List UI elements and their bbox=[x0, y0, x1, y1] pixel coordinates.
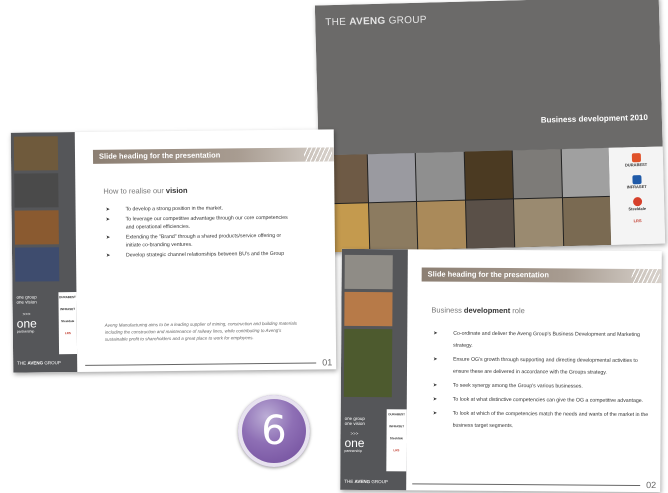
number-badge: 6 bbox=[238, 395, 310, 467]
heading-stripes bbox=[631, 268, 660, 284]
list-item: ➤ To look at what distinctive competencie… bbox=[431, 394, 651, 408]
list-item: ➤ To seek synergy among the Group's vario… bbox=[431, 380, 651, 394]
sidebar-photo bbox=[343, 328, 393, 398]
sidebar-slogan: one group one vision >>> one partnership bbox=[16, 294, 37, 334]
sidebar-photo bbox=[344, 254, 393, 290]
bullet-list: ➤ Co-ordinate and deliver the Aveng Group… bbox=[431, 328, 652, 436]
slide-number: 01 bbox=[322, 357, 333, 368]
photo-tile bbox=[464, 150, 513, 200]
arrow-bullet-icon: ➤ bbox=[433, 356, 438, 363]
list-item: ➤ Ensure OG's growth through supporting a… bbox=[431, 354, 651, 380]
brand-column: DURABEST INFRASET Steeldale LRS bbox=[608, 146, 666, 245]
brand-steeldale: Steeldale bbox=[610, 196, 664, 211]
mission-quote: Aveng Manufacturing aims to be a leading… bbox=[104, 320, 298, 342]
slide-heading: Slide heading for the presentation bbox=[421, 267, 662, 284]
photo-tile bbox=[417, 200, 466, 250]
sidebar-brands: DURABEST INFRASET Steeldale LRS bbox=[58, 292, 78, 355]
sidebar-photo bbox=[14, 247, 60, 282]
sidebar-slogan: one group one vision >>> one partnership bbox=[344, 415, 365, 453]
footer-line bbox=[412, 483, 641, 486]
slide-subheading: How to realise our vision bbox=[103, 185, 188, 196]
list-item: ➤ To leverage our competitive advantage t… bbox=[105, 214, 288, 231]
photo-tile bbox=[367, 152, 416, 203]
sidebar-footer-logo: THE AVENG GROUP bbox=[344, 478, 388, 485]
arrow-bullet-icon: ➤ bbox=[105, 216, 111, 223]
content-slide-01: one group one vision >>> one partnership … bbox=[10, 129, 337, 373]
infraset-icon bbox=[631, 175, 642, 185]
list-item: ➤ Develop strategic channel relationships… bbox=[106, 250, 285, 259]
steeldale-icon bbox=[632, 197, 642, 207]
cover-header-panel: THE AVENG GROUP Business development 201… bbox=[314, 0, 663, 156]
photo-tile bbox=[562, 196, 612, 247]
sidebar-brands: DURABEST INFRASET Steeldale LRS bbox=[386, 409, 407, 472]
photo-tile bbox=[368, 201, 418, 252]
photo-mosaic bbox=[318, 147, 612, 253]
sidebar-photo bbox=[14, 210, 59, 245]
arrow-bullet-icon: ➤ bbox=[106, 252, 111, 259]
badge-number: 6 bbox=[261, 408, 287, 454]
heading-stripes bbox=[303, 147, 333, 162]
photo-tile bbox=[415, 151, 465, 201]
photo-tile bbox=[465, 199, 515, 249]
list-item: ➤ Extending the "Brand" through a shared … bbox=[105, 232, 282, 249]
sidebar-photo bbox=[344, 291, 393, 327]
brand-durabest: DURABEST bbox=[609, 152, 663, 167]
sidebar-photo bbox=[14, 173, 59, 208]
brand-infraset: INFRASET bbox=[609, 174, 663, 189]
arrow-bullet-icon: ➤ bbox=[105, 234, 111, 241]
list-item: ➤ To look at which of the competencies ma… bbox=[431, 408, 651, 434]
aveng-logo: THE AVENG GROUP bbox=[325, 14, 427, 29]
brand-lrs: LRS bbox=[633, 218, 642, 224]
sidebar-footer-logo: THE AVENG GROUP bbox=[17, 360, 61, 366]
arrow-bullet-icon: ➤ bbox=[105, 206, 110, 213]
arrow-bullet-icon: ➤ bbox=[432, 382, 438, 389]
arrow-bullet-icon: ➤ bbox=[433, 330, 438, 337]
slide-number: 02 bbox=[646, 480, 657, 491]
bullet-list: ➤ To develop a strong position in the mar… bbox=[104, 204, 295, 262]
photo-tile bbox=[512, 149, 562, 199]
cover-slide: THE AVENG GROUP Business development 201… bbox=[314, 0, 666, 253]
list-item: ➤ To develop a strong position in the mar… bbox=[105, 205, 224, 213]
photo-tile bbox=[561, 147, 610, 198]
arrow-bullet-icon: ➤ bbox=[432, 410, 438, 417]
durabest-icon bbox=[631, 153, 641, 163]
footer-line bbox=[85, 362, 317, 366]
list-item: ➤ Co-ordinate and deliver the Aveng Group… bbox=[431, 328, 651, 354]
photo-tile bbox=[513, 198, 563, 248]
arrow-bullet-icon: ➤ bbox=[432, 396, 438, 403]
slide-subheading: Business development role bbox=[431, 305, 525, 316]
slide-heading: Slide heading for the presentation bbox=[92, 147, 335, 164]
cover-title: Business development 2010 bbox=[540, 112, 648, 125]
sidebar-photo bbox=[13, 136, 59, 171]
content-slide-02: one group one vision >>> one partnership … bbox=[340, 248, 662, 493]
